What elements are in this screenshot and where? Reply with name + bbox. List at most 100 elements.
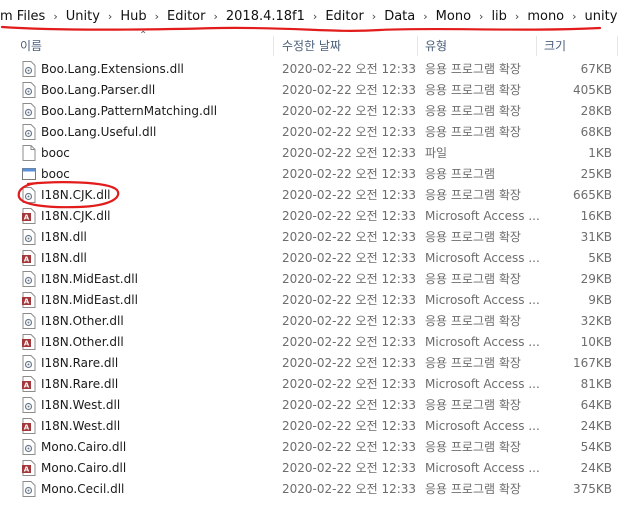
column-header-name[interactable]: 이름 xyxy=(20,34,42,58)
breadcrumb-item[interactable]: 2018.4.18f1 xyxy=(224,9,307,24)
file-row[interactable]: Mono.Cairo.dll 2020-02-22 오전 12:33 응용 프로그램… xyxy=(0,437,632,458)
file-type: Microsoft Access ... xyxy=(425,251,540,265)
file-type: 응용 프로그램 확장 xyxy=(425,440,521,454)
svg-text:A: A xyxy=(24,214,30,222)
access-icon: A xyxy=(22,334,36,350)
file-row[interactable]: I18N.Other.dll 2020-02-22 오전 12:33 응용 프로그램… xyxy=(0,311,632,332)
dll-icon xyxy=(22,271,36,287)
file-date: 2020-02-22 오전 12:33 xyxy=(282,377,417,391)
file-row[interactable]: I18N.Rare.dll 2020-02-22 오전 12:33 응용 프로그램 … xyxy=(0,353,632,374)
file-name: I18N.dll xyxy=(41,251,87,265)
file-size: 32KB xyxy=(580,314,612,328)
file-type: 응용 프로그램 확장 xyxy=(425,62,521,76)
file-date: 2020-02-22 오전 12:33 xyxy=(282,104,417,118)
file-row[interactable]: Boo.Lang.Parser.dll 2020-02-22 오전 12:33 응용… xyxy=(0,80,632,101)
breadcrumb-item[interactable]: Editor xyxy=(323,9,365,24)
file-name: Boo.Lang.Useful.dll xyxy=(41,125,157,139)
chevron-right-icon[interactable]: › xyxy=(566,10,582,23)
file-size: 54KB xyxy=(580,440,612,454)
chevron-right-icon[interactable]: › xyxy=(207,10,223,23)
file-name: booc xyxy=(41,146,70,160)
chevron-right-icon[interactable]: › xyxy=(149,10,165,23)
chevron-right-icon[interactable]: › xyxy=(102,10,118,23)
file-row[interactable]: A I18N.CJK.dll 2020-02-22 오전 12:33 Microsof… xyxy=(0,206,632,227)
dll-icon xyxy=(22,82,36,98)
breadcrumb: m Files › Unity › Hub › Editor › 2018.4.18f1 › Edi… xyxy=(0,0,632,32)
file-type: 응용 프로그램 xyxy=(425,167,496,181)
file-size: 28KB xyxy=(580,104,612,118)
dll-icon xyxy=(22,103,36,119)
file-name: Mono.Cecil.dll xyxy=(41,482,125,496)
file-name: I18N.Rare.dll xyxy=(41,356,119,370)
file-size: 81KB xyxy=(580,377,612,391)
access-icon: A xyxy=(22,208,36,224)
file-name: I18N.CJK.dll xyxy=(41,209,111,223)
chevron-right-icon[interactable]: › xyxy=(509,10,525,23)
file-row[interactable]: booc 2020-02-22 오전 12:33 응용 프로그램 25KB xyxy=(0,164,632,185)
svg-text:A: A xyxy=(24,340,30,348)
chevron-right-icon[interactable]: › xyxy=(417,10,433,23)
file-row[interactable]: A I18N.Rare.dll 2020-02-22 오전 12:33 Microso… xyxy=(0,374,632,395)
column-divider[interactable] xyxy=(536,36,537,56)
file-row[interactable]: A I18N.Other.dll 2020-02-22 오전 12:33 Micros… xyxy=(0,332,632,353)
breadcrumb-item[interactable]: Editor xyxy=(165,9,207,24)
svg-text:A: A xyxy=(24,466,30,474)
chevron-right-icon[interactable]: › xyxy=(366,10,382,23)
chevron-right-icon[interactable]: › xyxy=(307,10,323,23)
breadcrumb-item[interactable]: mono xyxy=(525,9,566,24)
file-row[interactable]: Boo.Lang.Extensions.dll 2020-02-22 오전 12:… xyxy=(0,59,632,80)
file-size: 25KB xyxy=(580,167,612,181)
column-divider[interactable] xyxy=(273,36,274,56)
file-type: 응용 프로그램 확장 xyxy=(425,356,521,370)
breadcrumb-item[interactable]: m Files xyxy=(0,9,47,24)
breadcrumb-item[interactable]: lib xyxy=(489,9,508,24)
file-row[interactable]: A Mono.Cairo.dll 2020-02-22 오전 12:33 Micros… xyxy=(0,458,632,479)
access-icon: A xyxy=(22,418,36,434)
column-divider[interactable] xyxy=(617,36,618,56)
file-size: 24KB xyxy=(580,461,612,475)
file-row[interactable]: Boo.Lang.PatternMatching.dll 2020-02-22 오… xyxy=(0,101,632,122)
chevron-right-icon[interactable]: › xyxy=(47,10,63,23)
file-size: 375KB xyxy=(572,482,612,496)
column-header-size[interactable]: 크기 xyxy=(544,34,566,58)
file-date: 2020-02-22 오전 12:33 xyxy=(282,314,417,328)
dll-icon xyxy=(22,397,36,413)
file-row[interactable]: A I18N.dll 2020-02-22 오전 12:33 Microsoft Ac… xyxy=(0,248,632,269)
breadcrumb-item[interactable]: Mono xyxy=(434,9,473,24)
file-type: 응용 프로그램 확장 xyxy=(425,83,521,97)
dll-icon xyxy=(22,229,36,245)
access-icon: A xyxy=(22,250,36,266)
dll-icon xyxy=(22,124,36,140)
file-type: 응용 프로그램 확장 xyxy=(425,188,521,202)
breadcrumb-item[interactable]: Hub xyxy=(118,9,148,24)
file-date: 2020-02-22 오전 12:33 xyxy=(282,230,417,244)
column-header-date[interactable]: 수정한 날짜 xyxy=(282,34,341,58)
breadcrumb-item[interactable]: Data xyxy=(382,9,417,24)
file-size: 10KB xyxy=(580,335,612,349)
file-date: 2020-02-22 오전 12:33 xyxy=(282,146,417,160)
file-name: I18N.Other.dll xyxy=(41,335,124,349)
file-row[interactable]: I18N.dll 2020-02-22 오전 12:33 응용 프로그램 확장 31K… xyxy=(0,227,632,248)
file-type: 파일 xyxy=(425,146,448,160)
file-row[interactable]: I18N.CJK.dll 2020-02-22 오전 12:33 응용 프로그램 확… xyxy=(0,185,632,206)
file-row[interactable]: I18N.MidEast.dll 2020-02-22 오전 12:33 응용 프로… xyxy=(0,269,632,290)
file-row[interactable]: I18N.West.dll 2020-02-22 오전 12:33 응용 프로그램 … xyxy=(0,395,632,416)
exe-icon xyxy=(22,166,36,182)
file-row[interactable]: Boo.Lang.Useful.dll 2020-02-22 오전 12:33 응용… xyxy=(0,122,632,143)
file-type: Microsoft Access ... xyxy=(425,209,540,223)
column-header-row: 이름 수정한 날짜 유형 크기 xyxy=(0,34,632,58)
breadcrumb-item[interactable]: unity xyxy=(583,9,620,24)
file-row[interactable]: Mono.Cecil.dll 2020-02-22 오전 12:33 응용 프로그램… xyxy=(0,479,632,500)
file-row[interactable]: booc 2020-02-22 오전 12:33 파일 1KB xyxy=(0,143,632,164)
file-row[interactable]: A I18N.MidEast.dll 2020-02-22 오전 12:33 Micr… xyxy=(0,290,632,311)
file-size: 167KB xyxy=(572,356,612,370)
column-header-type[interactable]: 유형 xyxy=(425,34,447,58)
dll-icon xyxy=(22,439,36,455)
chevron-right-icon[interactable]: › xyxy=(473,10,489,23)
file-row[interactable]: A I18N.West.dll 2020-02-22 오전 12:33 Microso… xyxy=(0,416,632,437)
column-divider[interactable] xyxy=(417,36,418,56)
file-date: 2020-02-22 오전 12:33 xyxy=(282,293,417,307)
file-date: 2020-02-22 오전 12:33 xyxy=(282,356,417,370)
breadcrumb-item[interactable]: Unity xyxy=(64,9,102,24)
file-date: 2020-02-22 오전 12:33 xyxy=(282,251,417,265)
